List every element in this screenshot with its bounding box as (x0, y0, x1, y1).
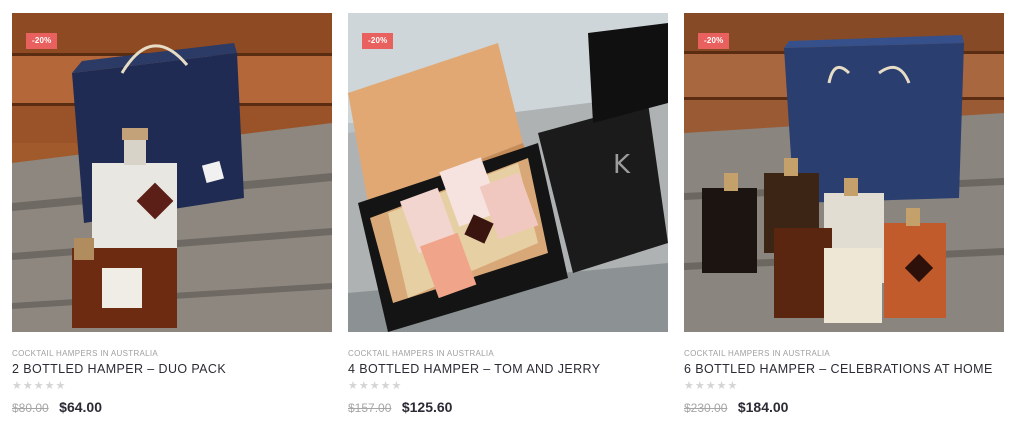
rating-stars: ★★★★★ (12, 379, 67, 392)
product-image[interactable]: -20% (684, 13, 1004, 332)
rating-stars: ★★★★★ (348, 379, 403, 392)
product-title-link[interactable]: 4 BOTTLED HAMPER – TOM AND JERRY (348, 362, 600, 376)
price-block: $230.00 $184.00 (684, 399, 788, 417)
sale-badge: -20% (26, 33, 58, 49)
product-category-link[interactable]: COCKTAIL HAMPERS IN AUSTRALIA (12, 349, 158, 358)
product-category-link[interactable]: COCKTAIL HAMPERS IN AUSTRALIA (684, 349, 830, 358)
product-photo (684, 13, 1004, 332)
sale-badge: -20% (698, 33, 730, 49)
product-photo (12, 13, 332, 332)
price-block: $80.00 $64.00 (12, 399, 102, 417)
old-price: $80.00 (12, 401, 49, 415)
sale-price: $125.60 (401, 399, 453, 415)
rating-stars: ★★★★★ (684, 379, 739, 392)
old-price: $157.00 (348, 401, 392, 415)
product-photo: K (348, 13, 668, 332)
product-title-link[interactable]: 2 BOTTLED HAMPER – DUO PACK (12, 362, 226, 376)
product-image[interactable]: K -20% (348, 13, 668, 332)
sale-badge: -20% (362, 33, 394, 49)
svg-text:K: K (613, 150, 631, 180)
price-block: $157.00 $125.60 (348, 399, 452, 417)
sale-price: $184.00 (737, 399, 789, 415)
product-image[interactable]: -20% (12, 13, 332, 332)
sale-price: $64.00 (59, 399, 102, 415)
old-price: $230.00 (684, 401, 728, 415)
product-title-link[interactable]: 6 BOTTLED HAMPER – CELEBRATIONS AT HOME (684, 362, 993, 376)
product-category-link[interactable]: COCKTAIL HAMPERS IN AUSTRALIA (348, 349, 494, 358)
